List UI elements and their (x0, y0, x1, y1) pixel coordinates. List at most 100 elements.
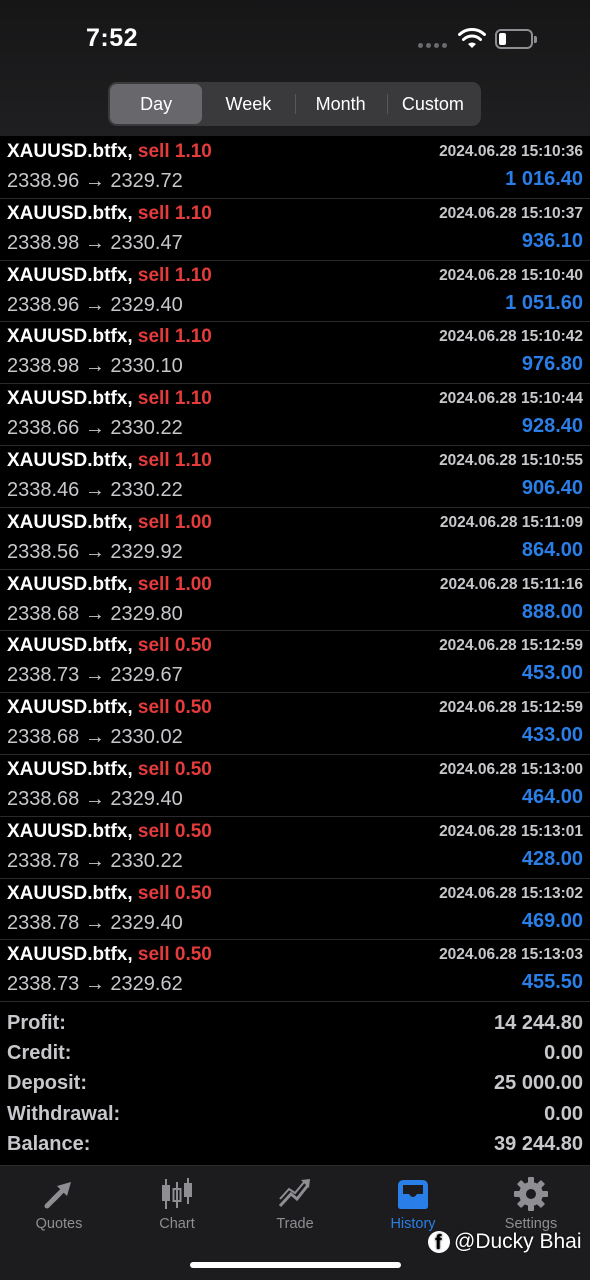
summary-row: Withdrawal: 0.00 (0, 1101, 590, 1131)
trade-close-price: 2329.72 (110, 170, 183, 192)
summary-value: 0.00 (544, 1042, 583, 1065)
trade-side: sell 1.10 (137, 264, 212, 286)
summary-row: Profit: 14 244.80 (0, 1010, 590, 1040)
segment-day[interactable]: Day (110, 84, 203, 124)
trade-symbol: XAUUSD.btfx, (7, 141, 133, 162)
arrow-right-icon: → (84, 973, 105, 996)
trade-close-price: 2330.22 (110, 849, 183, 872)
trade-close-price: 2330.10 (110, 355, 183, 378)
trade-symbol: XAUUSD.btfx, (7, 697, 133, 719)
tab-trade[interactable]: Trade (236, 1166, 354, 1246)
trade-row[interactable]: XAUUSD.btfx, sell 1.00 2024.06.28 15:11:1… (0, 570, 590, 632)
trade-time: 2024.06.28 15:11:16 (439, 575, 583, 593)
trade-row[interactable]: XAUUSD.btfx, sell 0.50 2024.06.28 15:13:0… (0, 879, 590, 941)
trade-profit: 1 051.60 (505, 291, 583, 314)
trade-title: XAUUSD.btfx, sell 0.50 (7, 883, 212, 905)
trade-row[interactable]: XAUUSD.btfx, sell 0.50 2024.06.28 15:13:0… (0, 817, 590, 879)
trade-time: 2024.06.28 15:13:03 (439, 946, 583, 964)
home-indicator[interactable] (190, 1262, 401, 1268)
summary-label: Deposit: (7, 1072, 87, 1095)
trade-time: 2024.06.28 15:10:44 (439, 390, 583, 408)
watermark: f @Ducky Bhai (428, 1228, 582, 1256)
segment-custom[interactable]: Custom (386, 84, 479, 124)
trade-side: sell 0.50 (137, 944, 212, 966)
segment-week[interactable]: Week (202, 84, 294, 124)
trade-row[interactable]: XAUUSD.btfx, sell 1.10 2024.06.28 15:10:4… (0, 261, 590, 323)
trade-prices: 2338.98 → 2330.10 (7, 355, 183, 378)
trade-symbol: XAUUSD.btfx, (7, 573, 133, 595)
trade-profit: 976.80 (521, 353, 583, 376)
arrow-right-icon: → (84, 355, 105, 378)
trade-profit: 469.00 (521, 909, 583, 932)
trade-profit: 928.40 (521, 415, 583, 438)
segment-month[interactable]: Month (294, 84, 387, 124)
trade-side: sell 1.10 (137, 326, 212, 348)
trade-profit: 464.00 (521, 785, 583, 808)
trade-profit: 453.00 (521, 662, 583, 685)
summary-row: Credit: 0.00 (0, 1040, 590, 1070)
trade-side: sell 0.50 (137, 635, 212, 657)
facebook-icon: f (428, 1231, 450, 1254)
trade-close-price: 2330.22 (110, 417, 183, 440)
arrow-right-icon: → (84, 478, 105, 501)
trade-symbol: XAUUSD.btfx, (7, 449, 133, 471)
trade-side: sell 0.50 (137, 697, 212, 719)
trade-prices: 2338.66 → 2330.22 (7, 417, 183, 440)
trade-profit: 864.00 (521, 538, 583, 561)
trade-time: 2024.06.28 15:10:37 (439, 204, 583, 222)
trade-close-price: 2329.62 (110, 973, 183, 996)
trade-side: sell 1.00 (137, 573, 212, 595)
trade-row[interactable]: XAUUSD.btfx, sell 1.10 2024.06.28 15:10:4… (0, 322, 590, 385)
trade-row[interactable]: XAUUSD.btfx, sell 0.50 2024.06.28 15:13:0… (0, 940, 590, 1003)
summary-value: 39 244.80 (494, 1132, 583, 1155)
trade-history-list: XAUUSD.btfx, sell 1.10 2024.06.28 15:10:3… (0, 137, 590, 1003)
trade-time: 2024.06.28 15:11:09 (439, 513, 583, 531)
trade-open-price: 2338.98 (7, 231, 80, 254)
trade-symbol: XAUUSD.btfx, (7, 820, 133, 842)
trade-open-price: 2338.68 (7, 602, 80, 625)
trade-title: XAUUSD.btfx, sell 1.10 (7, 141, 212, 163)
trade-time: 2024.06.28 15:13:00 (439, 760, 583, 778)
trade-title: XAUUSD.btfx, sell 1.00 (7, 574, 212, 596)
trade-profit: 1 016.40 (505, 168, 583, 190)
trade-side: sell 1.10 (137, 141, 212, 162)
cellular-signal-icon (418, 43, 447, 48)
trade-symbol: XAUUSD.btfx, (7, 758, 133, 780)
trade-close-price: 2329.40 (110, 293, 183, 316)
summary-value: 14 244.80 (494, 1012, 583, 1034)
trade-open-price: 2338.56 (7, 540, 80, 563)
trade-row[interactable]: XAUUSD.btfx, sell 1.10 2024.06.28 15:10:5… (0, 446, 590, 508)
trade-title: XAUUSD.btfx, sell 1.10 (7, 326, 212, 348)
trade-side: sell 0.50 (137, 882, 212, 904)
tab-quotes-label: Quotes (35, 1216, 83, 1232)
trade-prices: 2338.46 → 2330.22 (7, 479, 183, 502)
trade-row[interactable]: XAUUSD.btfx, sell 1.00 2024.06.28 15:11:0… (0, 508, 590, 570)
trade-symbol: XAUUSD.btfx, (7, 944, 133, 966)
arrow-right-icon: → (84, 540, 105, 563)
history-icon (398, 1180, 428, 1209)
trade-title: XAUUSD.btfx, sell 0.50 (7, 821, 212, 843)
summary-label: Profit: (7, 1012, 66, 1034)
trade-title: XAUUSD.btfx, sell 0.50 (7, 697, 212, 719)
tab-quotes[interactable]: Quotes (0, 1166, 118, 1246)
trade-row[interactable]: XAUUSD.btfx, sell 0.50 2024.06.28 15:12:5… (0, 631, 590, 694)
trade-row[interactable]: XAUUSD.btfx, sell 0.50 2024.06.28 15:12:5… (0, 693, 590, 755)
summary-value: 0.00 (544, 1102, 583, 1125)
trade-row[interactable]: XAUUSD.btfx, sell 1.10 2024.06.28 15:10:4… (0, 384, 590, 446)
arrow-right-icon: → (84, 787, 105, 810)
trade-prices: 2338.68 → 2330.02 (7, 726, 183, 749)
trade-open-price: 2338.73 (7, 664, 80, 687)
trade-title: XAUUSD.btfx, sell 1.10 (7, 388, 212, 410)
trade-row[interactable]: XAUUSD.btfx, sell 0.50 2024.06.28 15:13:0… (0, 755, 590, 817)
trade-time: 2024.06.28 15:12:59 (439, 637, 583, 655)
trade-time: 2024.06.28 15:12:59 (439, 699, 583, 717)
arrow-right-icon: → (84, 170, 105, 192)
tab-chart[interactable]: Chart (118, 1166, 236, 1246)
trade-prices: 2338.78 → 2329.40 (7, 912, 183, 935)
summary-label: Withdrawal: (7, 1102, 121, 1125)
summary-label: Credit: (7, 1042, 72, 1065)
trade-row[interactable]: XAUUSD.btfx, sell 1.10 2024.06.28 15:10:3… (0, 137, 590, 199)
trade-row[interactable]: XAUUSD.btfx, sell 1.10 2024.06.28 15:10:3… (0, 199, 590, 261)
trade-open-price: 2338.96 (7, 170, 80, 192)
summary-row: Deposit: 25 000.00 (0, 1070, 590, 1100)
